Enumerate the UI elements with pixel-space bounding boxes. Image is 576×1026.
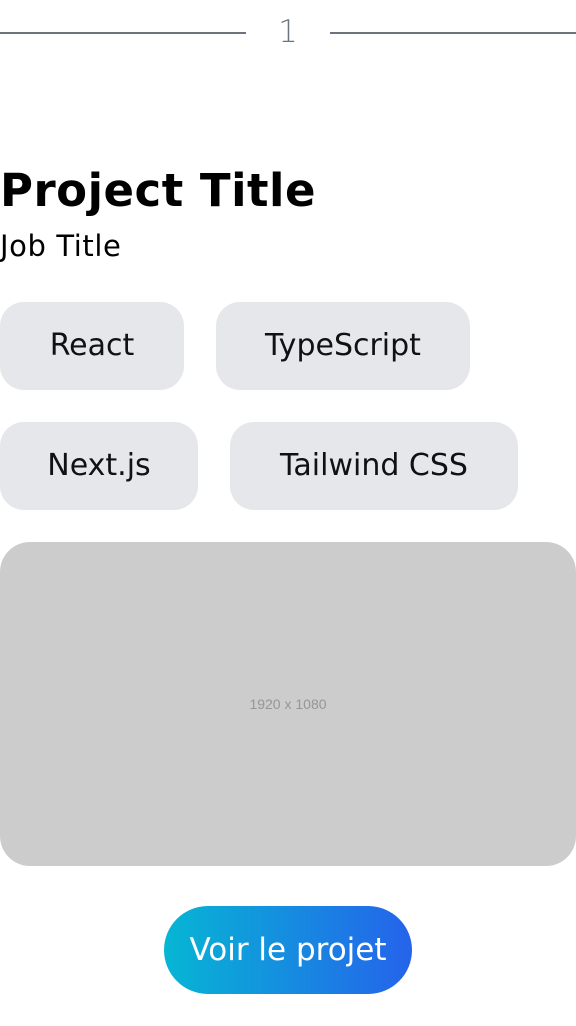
project-title: Project Title <box>0 164 316 217</box>
project-card: 1 Project Title Job Title React TypeScri… <box>0 0 576 1026</box>
project-image-placeholder: 1920 x 1080 <box>0 542 576 866</box>
tech-tag-tailwind: Tailwind CSS <box>230 422 518 510</box>
tech-tag-react: React <box>0 302 184 390</box>
job-title: Job Title <box>0 229 122 263</box>
image-dimensions-label: 1920 x 1080 <box>249 696 327 712</box>
view-project-button[interactable]: Voir le projet <box>164 906 412 994</box>
divider-line-left <box>0 32 246 34</box>
tech-tag-typescript: TypeScript <box>216 302 470 390</box>
divider-line-right <box>330 32 576 34</box>
numbered-divider: 1 <box>0 0 576 66</box>
tech-tag-nextjs: Next.js <box>0 422 198 510</box>
project-number: 1 <box>278 14 298 50</box>
